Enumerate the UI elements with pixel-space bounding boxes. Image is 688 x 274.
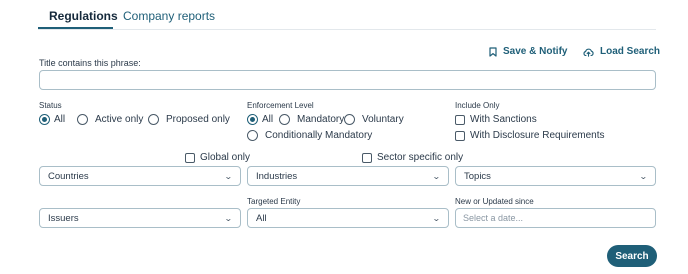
- save-notify-button[interactable]: Save & Notify: [489, 46, 567, 57]
- targeted-entity-label: Targeted Entity: [247, 197, 301, 206]
- radio-selected-icon: [39, 114, 50, 125]
- chevron-down-icon: ⌄: [224, 171, 234, 181]
- title-field-label: Title contains this phrase:: [39, 58, 141, 68]
- industries-select-value: Industries: [256, 170, 298, 182]
- title-phrase-input[interactable]: [39, 70, 656, 90]
- save-notify-label: Save & Notify: [503, 46, 568, 57]
- status-option-active-only[interactable]: Active only: [77, 114, 143, 125]
- enforcement-option-label: All: [262, 114, 274, 125]
- date-input-placeholder: Select a date...: [463, 213, 524, 223]
- radio-selected-icon: [247, 114, 258, 125]
- checkbox-unchecked-icon: [185, 152, 195, 163]
- enforcement-option-all[interactable]: All: [247, 114, 273, 125]
- include-only-label: Include Only: [455, 101, 500, 110]
- enforcement-option-mandatory[interactable]: Mandatory: [279, 114, 344, 125]
- load-search-button[interactable]: Load Search: [583, 46, 660, 57]
- radio-unselected-icon: [344, 114, 355, 125]
- radio-unselected-icon: [148, 114, 159, 125]
- global-only-checkbox[interactable]: Global only: [185, 152, 250, 163]
- issuers-select[interactable]: Issuers ⌄: [39, 208, 241, 228]
- status-option-label: All: [54, 114, 66, 125]
- tab-company-reports[interactable]: Company reports: [123, 9, 215, 23]
- global-only-label: Global only: [200, 152, 251, 163]
- countries-select[interactable]: Countries ⌄: [39, 166, 241, 186]
- radio-unselected-icon: [77, 114, 88, 125]
- chevron-down-icon: ⌄: [432, 171, 442, 181]
- updated-since-date-input[interactable]: Select a date...: [455, 208, 656, 228]
- enforcement-option-label: Conditionally Mandatory: [265, 130, 373, 141]
- topics-select[interactable]: Topics ⌄: [455, 166, 656, 186]
- tab-regulations[interactable]: Regulations: [49, 9, 118, 23]
- enforcement-option-label: Voluntary: [362, 114, 404, 125]
- radio-unselected-icon: [247, 130, 258, 141]
- sector-specific-only-checkbox[interactable]: Sector specific only: [362, 152, 463, 163]
- bookmark-icon: [489, 46, 497, 57]
- countries-select-value: Countries: [48, 170, 89, 182]
- chevron-down-icon: ⌄: [224, 213, 234, 223]
- radio-unselected-icon: [279, 114, 290, 125]
- status-label: Status: [39, 101, 62, 110]
- status-option-proposed-only[interactable]: Proposed only: [148, 114, 230, 125]
- checkbox-unchecked-icon: [455, 130, 465, 141]
- status-option-label: Active only: [95, 114, 144, 125]
- industries-select[interactable]: Industries ⌄: [247, 166, 449, 186]
- include-option-label: With Sanctions: [470, 114, 537, 125]
- checkbox-unchecked-icon: [455, 114, 465, 125]
- issuers-select-value: Issuers: [48, 212, 79, 224]
- enforcement-level-label: Enforcement Level: [247, 101, 314, 110]
- enforcement-option-conditionally-mandatory[interactable]: Conditionally Mandatory: [247, 130, 372, 141]
- cloud-upload-icon: [583, 48, 594, 57]
- targeted-entity-select[interactable]: All ⌄: [247, 208, 449, 228]
- load-search-label: Load Search: [600, 46, 661, 57]
- sector-specific-only-label: Sector specific only: [377, 152, 464, 163]
- include-with-disclosure-checkbox[interactable]: With Disclosure Requirements: [455, 130, 605, 141]
- include-with-sanctions-checkbox[interactable]: With Sanctions: [455, 114, 537, 125]
- tabs-divider: [38, 29, 656, 30]
- chevron-down-icon: ⌄: [639, 171, 649, 181]
- checkbox-unchecked-icon: [362, 152, 372, 163]
- enforcement-option-voluntary[interactable]: Voluntary: [344, 114, 404, 125]
- updated-since-label: New or Updated since: [455, 197, 534, 206]
- status-option-label: Proposed only: [166, 114, 230, 125]
- include-option-label: With Disclosure Requirements: [470, 130, 605, 141]
- targeted-entity-value: All: [256, 212, 267, 224]
- enforcement-option-label: Mandatory: [297, 114, 345, 125]
- topics-select-value: Topics: [464, 170, 491, 182]
- status-option-all[interactable]: All: [39, 114, 65, 125]
- chevron-down-icon: ⌄: [432, 213, 442, 223]
- search-button[interactable]: Search: [607, 245, 657, 267]
